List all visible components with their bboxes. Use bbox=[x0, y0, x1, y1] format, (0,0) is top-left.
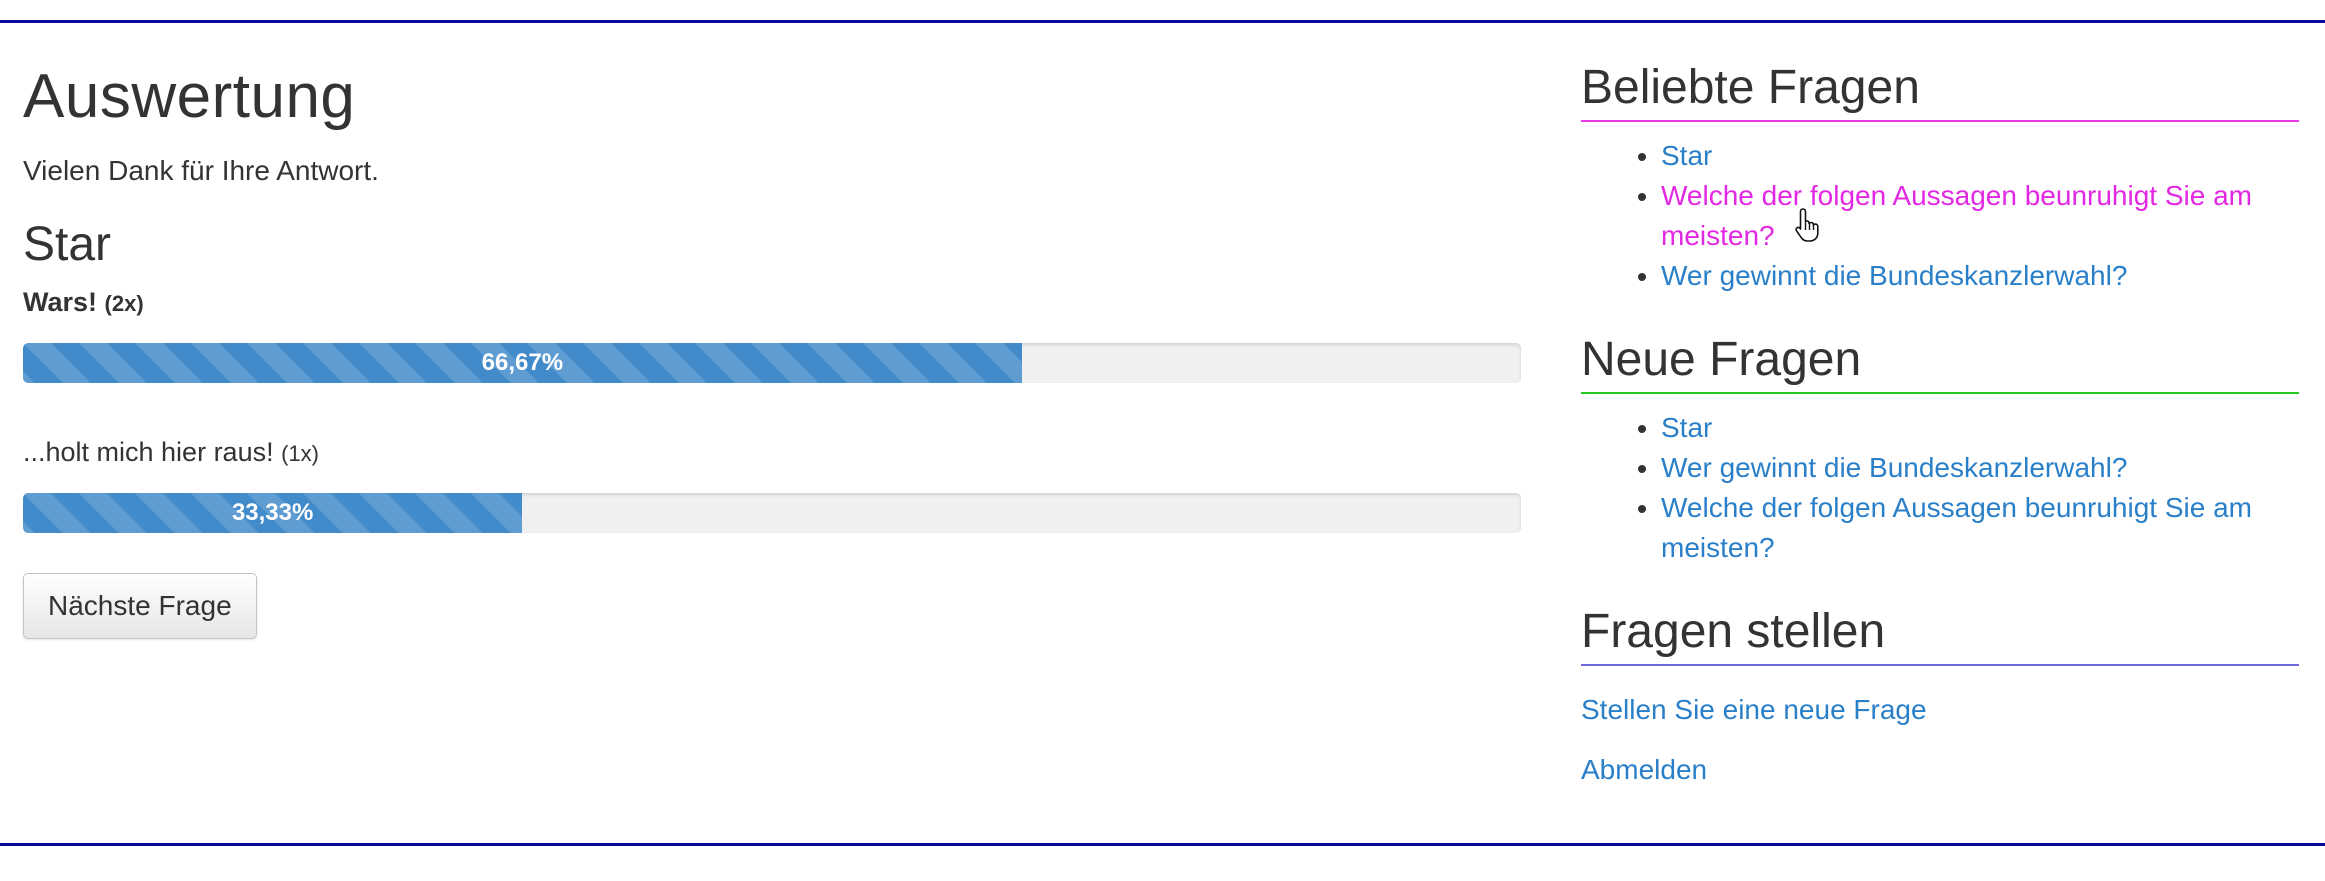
answer-result: ...holt mich hier raus! (1x) 33,33% bbox=[23, 435, 1521, 533]
list-item: Welche der folgen Aussagen beunruhigt Si… bbox=[1661, 488, 2299, 568]
popular-questions-heading: Beliebte Fragen bbox=[1581, 60, 2299, 122]
new-questions-list: Star Wer gewinnt die Bundeskanzlerwahl? … bbox=[1581, 408, 2299, 568]
thanks-message: Vielen Dank für Ihre Antwort. bbox=[23, 155, 379, 186]
progress-track: 33,33% bbox=[23, 493, 1521, 533]
new-question-link[interactable]: Wer gewinnt die Bundeskanzlerwahl? bbox=[1661, 452, 2127, 483]
progress-track: 66,67% bbox=[23, 343, 1521, 383]
progress-bar: 33,33% bbox=[23, 493, 523, 533]
hand-pointer-icon bbox=[1795, 208, 1819, 242]
list-item: Star bbox=[1661, 136, 2299, 176]
answer-count: (2x) bbox=[104, 291, 144, 316]
popular-question-link[interactable]: Star bbox=[1661, 140, 1712, 171]
main-content: Auswertung Vielen Dank für Ihre Antwort.… bbox=[23, 23, 1521, 639]
list-item: Wer gewinnt die Bundeskanzlerwahl? bbox=[1661, 256, 2299, 296]
ask-questions-heading: Fragen stellen bbox=[1581, 604, 2299, 666]
answer-label: ...holt mich hier raus! (1x) bbox=[23, 435, 1521, 471]
ask-new-question-link[interactable]: Stellen Sie eine neue Frage bbox=[1581, 692, 2299, 728]
new-questions-heading: Neue Fragen bbox=[1581, 332, 2299, 394]
answer-result: Wars! (2x) 66,67% bbox=[23, 285, 1521, 383]
question-title: Star bbox=[23, 218, 112, 271]
new-question-link[interactable]: Star bbox=[1661, 412, 1712, 443]
progress-bar: 66,67% bbox=[23, 343, 1022, 383]
new-question-link[interactable]: Welche der folgen Aussagen beunruhigt Si… bbox=[1661, 492, 2252, 563]
logout-link[interactable]: Abmelden bbox=[1581, 752, 2299, 788]
popular-questions-list: Star Welche der folgen Aussagen beunruhi… bbox=[1581, 136, 2299, 296]
answer-label: Wars! (2x) bbox=[23, 285, 1521, 321]
popular-question-link[interactable]: Wer gewinnt die Bundeskanzlerwahl? bbox=[1661, 260, 2127, 291]
list-item: Welche der folgen Aussagen beunruhigt Si… bbox=[1661, 176, 2299, 256]
sidebar: Beliebte Fragen Star Welche der folgen A… bbox=[1581, 23, 2299, 788]
answer-text: ...holt mich hier raus! bbox=[23, 437, 274, 467]
page-title: Auswertung bbox=[23, 62, 356, 131]
answer-count: (1x) bbox=[281, 441, 319, 466]
answer-text: Wars! bbox=[23, 287, 98, 317]
list-item: Wer gewinnt die Bundeskanzlerwahl? bbox=[1661, 448, 2299, 488]
next-question-button[interactable]: Nächste Frage bbox=[23, 573, 257, 639]
list-item: Star bbox=[1661, 408, 2299, 448]
popular-question-link[interactable]: Welche der folgen Aussagen beunruhigt Si… bbox=[1661, 180, 2252, 251]
bottom-divider bbox=[0, 843, 2325, 846]
